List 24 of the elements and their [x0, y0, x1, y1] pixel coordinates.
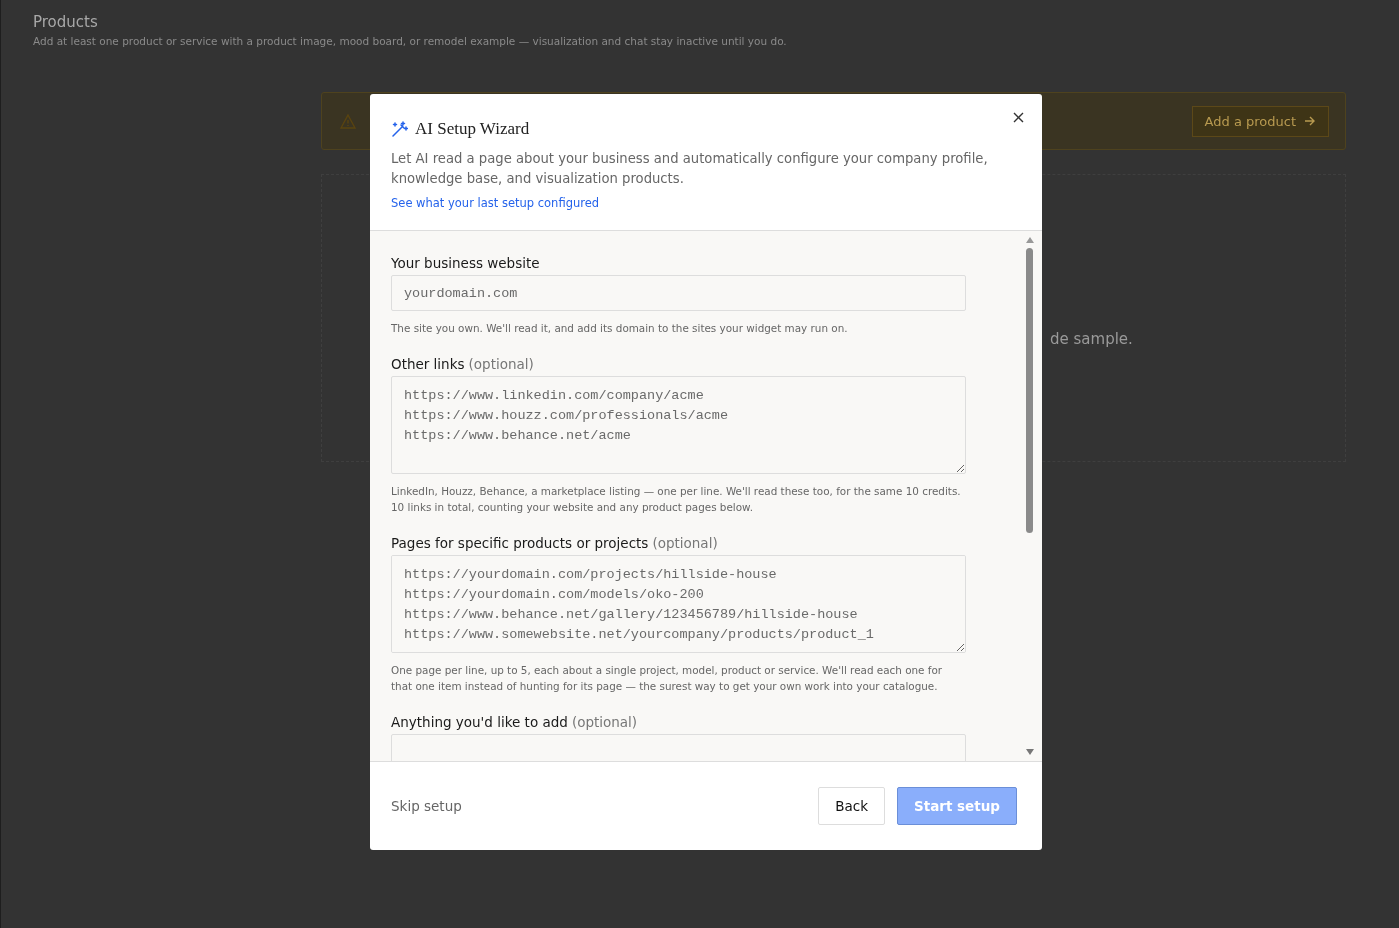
field-label: Anything you'd like to add (optional) — [391, 714, 639, 730]
back-button[interactable]: Back — [818, 787, 885, 825]
warning-icon — [340, 113, 356, 129]
field-help: LinkedIn, Houzz, Behance, a marketplace listing — one per line. We'll read these too, for the same 10 credits. 10 links in total, counting your website and any product pages below. — [391, 484, 962, 515]
dialog-title: AI Setup Wizard — [415, 119, 530, 139]
field-label: Your business website — [391, 255, 541, 271]
dialog-description: Let AI read a page about your business and automatically configure your company profile, knowledge base, and visualization products. — [391, 150, 989, 188]
field-help: One page per line, up to 5, each about a single project, model, product or service. We'll read each one for that one item instead of hunting for its page — the surest way to get your own work into your catalogue. — [391, 663, 944, 694]
field-label: Pages for specific products or projects (optional) — [391, 535, 719, 551]
close-icon — [1013, 112, 1024, 123]
skip-setup-button[interactable]: Skip setup — [370, 790, 482, 822]
field-label: Other links (optional) — [391, 356, 535, 372]
links-field[interactable]: https://yourdomain.com/projects/hillside-house https://yourdomain.com/models/oko-200 https://www.behance.net/gallery/123456789/hillside-house https://www.somewebsite.net/yourcompany/products/product_1 — [391, 555, 966, 653]
website-field[interactable]: yourdomain.com — [391, 275, 966, 311]
page-subtitle: Add at least one product or service with a product image, mood board, or remodel example — visualization and chat stay inactive until you do. — [33, 35, 788, 47]
page-title: Products — [33, 13, 99, 31]
links-field[interactable]: https://www.linkedin.com/company/acme https://www.houzz.com/professionals/acme https://www.behance.net/acme — [391, 376, 966, 474]
arrow-right-icon — [1304, 116, 1316, 126]
magic-wand-icon — [391, 120, 408, 138]
field-help: The site you own. We'll read it, and add its domain to the sites your widget may run on. — [391, 321, 849, 336]
last-setup-link[interactable]: See what your last setup configured — [391, 196, 600, 210]
add-product-button[interactable]: Add a product — [1191, 105, 1329, 137]
card-text: de sample. — [1050, 330, 1133, 348]
close-button[interactable] — [1011, 110, 1026, 125]
